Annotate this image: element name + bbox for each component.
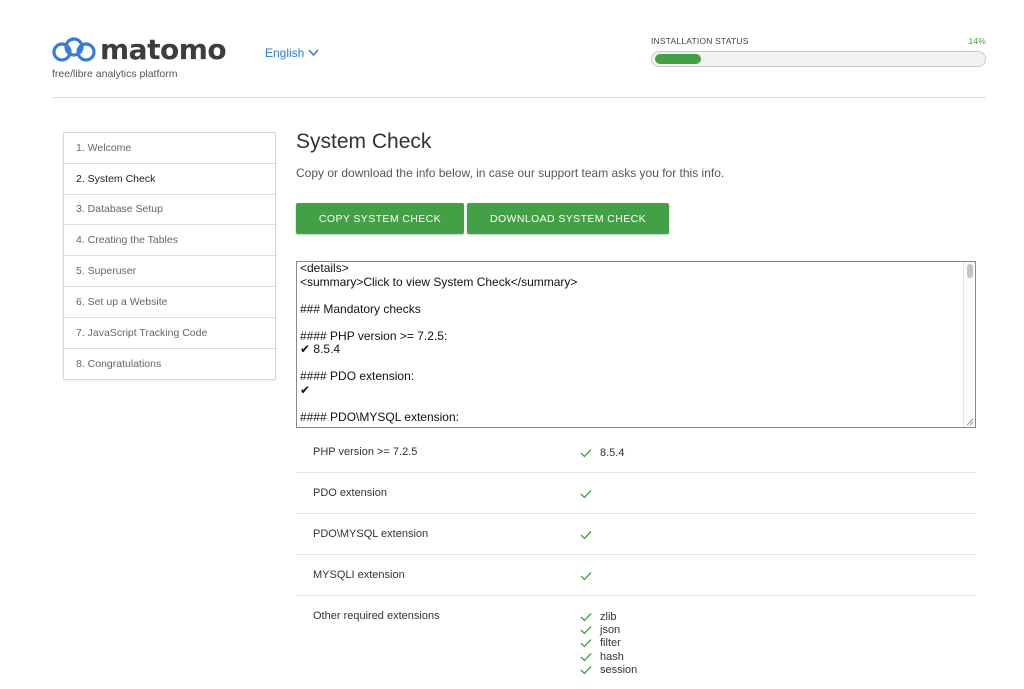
checkmark-icon bbox=[580, 612, 592, 622]
check-row: Other required extensions zlib json filter h… bbox=[296, 596, 976, 677]
textarea-line: #### PDO extension: bbox=[300, 369, 415, 383]
checkmark-icon bbox=[580, 665, 592, 675]
main-content: System Check Copy or download the info b… bbox=[296, 130, 976, 676]
checkmark-icon bbox=[580, 652, 592, 662]
matomo-logo-icon bbox=[52, 37, 96, 62]
status-label: INSTALLATION STATUS bbox=[651, 36, 749, 46]
step-item[interactable]: 1. Welcome bbox=[64, 133, 275, 164]
check-value: json bbox=[580, 623, 976, 636]
textarea-line: <summary>Click to view System Check</sum… bbox=[300, 274, 578, 289]
progress-bar bbox=[651, 51, 986, 67]
status-percent: 14% bbox=[968, 36, 986, 46]
check-values bbox=[580, 528, 976, 554]
check-values bbox=[580, 569, 976, 595]
check-row: PHP version >= 7.2.5 8.5.4 bbox=[296, 432, 976, 473]
check-row: PDO extension bbox=[296, 473, 976, 514]
check-value-text: json bbox=[600, 624, 621, 637]
check-values: 8.5.4 bbox=[580, 446, 976, 472]
step-item[interactable]: 2. System Check bbox=[64, 164, 275, 195]
progress-fill bbox=[655, 54, 701, 64]
download-system-check-button[interactable]: DOWNLOAD SYSTEM CHECK bbox=[467, 203, 669, 234]
language-label: English bbox=[265, 46, 305, 60]
resize-handle-icon[interactable] bbox=[966, 418, 974, 426]
check-values bbox=[580, 487, 976, 513]
page-title: System Check bbox=[296, 130, 432, 153]
check-name: PHP version >= 7.2.5 bbox=[313, 446, 418, 458]
logo-wordmark: matomo bbox=[100, 33, 227, 66]
textarea-line bbox=[297, 289, 975, 303]
step-item[interactable]: 3. Database Setup bbox=[64, 195, 275, 226]
logo-tagline: free/libre analytics platform bbox=[52, 68, 178, 80]
textarea-line bbox=[297, 316, 975, 330]
header-divider bbox=[52, 97, 986, 98]
check-name: MYSQLI extension bbox=[313, 569, 405, 581]
check-value-text: session bbox=[600, 664, 638, 677]
check-row: MYSQLI extension bbox=[296, 555, 976, 596]
check-name: PDO extension bbox=[313, 487, 387, 499]
check-value bbox=[580, 487, 976, 500]
checkmark-icon bbox=[580, 571, 592, 581]
language-selector[interactable]: English bbox=[265, 46, 319, 60]
checkmark-icon bbox=[580, 530, 592, 540]
checkmark-icon bbox=[580, 448, 592, 458]
page-description: Copy or download the info below, in case… bbox=[296, 166, 725, 180]
textarea-line bbox=[297, 397, 975, 411]
check-value: session bbox=[580, 664, 976, 677]
system-check-results: PHP version >= 7.2.5 8.5.4 PDO extension PD… bbox=[296, 432, 976, 677]
check-value: zlib bbox=[580, 610, 976, 623]
system-check-textarea[interactable]: <details> <summary>Click to view System C… bbox=[296, 261, 976, 428]
step-item[interactable]: 8. Congratulations bbox=[64, 349, 275, 380]
textarea-line: ✔ bbox=[300, 382, 311, 397]
checkmark-icon bbox=[580, 489, 592, 499]
textarea-line: #### PDO\MYSQL extension: bbox=[300, 409, 459, 424]
installation-status: INSTALLATION STATUS 14% bbox=[651, 36, 986, 67]
step-item[interactable]: 4. Creating the Tables bbox=[64, 225, 275, 257]
textarea-line bbox=[297, 357, 975, 371]
check-value: hash bbox=[580, 650, 976, 663]
check-value bbox=[580, 528, 976, 541]
check-value bbox=[580, 569, 976, 582]
check-name: Other required extensions bbox=[313, 610, 440, 622]
textarea-line: ### Mandatory checks bbox=[300, 301, 421, 316]
matomo-logo[interactable]: matomo free/libre analytics platform bbox=[52, 33, 232, 81]
check-value-text: hash bbox=[600, 650, 624, 663]
check-name: PDO\MYSQL extension bbox=[313, 528, 429, 540]
check-value: 8.5.4 bbox=[580, 446, 976, 459]
checkmark-icon bbox=[580, 625, 592, 635]
chevron-down-icon bbox=[308, 49, 319, 57]
step-item[interactable]: 7. JavaScript Tracking Code bbox=[64, 318, 275, 349]
checkmark-icon bbox=[580, 638, 592, 648]
textarea-scrollbar[interactable] bbox=[963, 262, 975, 427]
step-item[interactable]: 5. Superuser bbox=[64, 256, 275, 287]
textarea-line: #### PHP version >= 7.2.5: bbox=[300, 328, 448, 343]
textarea-line: <details> bbox=[300, 261, 349, 275]
check-value-text: filter bbox=[600, 637, 621, 650]
step-item[interactable]: 6. Set up a Website bbox=[64, 287, 275, 318]
check-value-text: 8.5.4 bbox=[600, 446, 625, 459]
check-values: zlib json filter hash session bbox=[580, 610, 976, 677]
installation-steps: 1. Welcome 2. System Check 3. Database Set… bbox=[63, 132, 276, 381]
check-value: filter bbox=[580, 637, 976, 650]
check-value-text: zlib bbox=[600, 610, 617, 623]
check-row: PDO\MYSQL extension bbox=[296, 514, 976, 555]
copy-system-check-button[interactable]: COPY SYSTEM CHECK bbox=[296, 203, 464, 234]
scrollbar-thumb[interactable] bbox=[967, 264, 973, 278]
textarea-line: ✔ 8.5.4 bbox=[300, 342, 341, 356]
